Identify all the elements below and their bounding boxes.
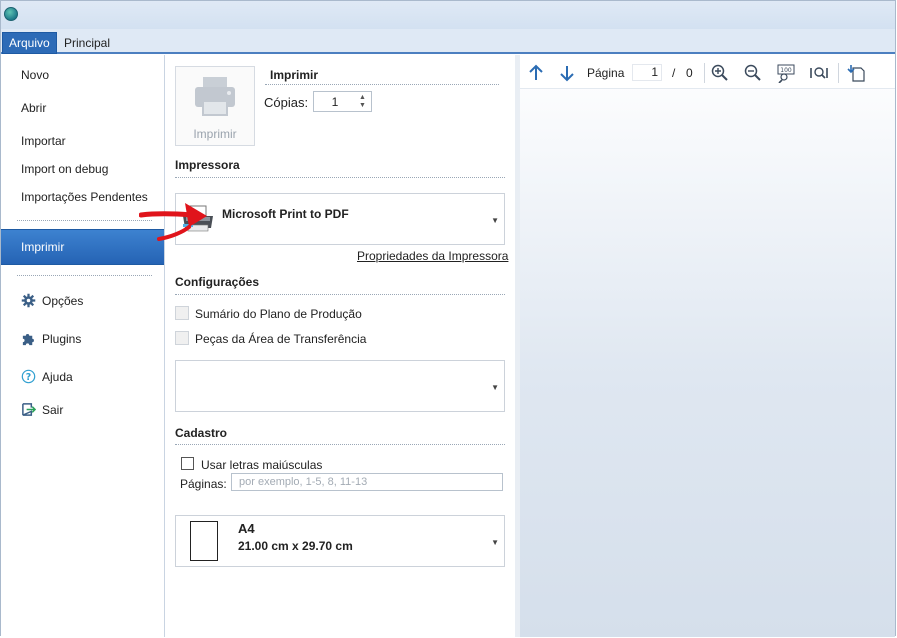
settings-section-label: Configurações — [175, 275, 260, 289]
exit-icon — [22, 403, 36, 416]
export-icon[interactable] — [846, 63, 866, 83]
sidebar-item-label: Opções — [42, 294, 84, 308]
paper-name: A4 — [238, 521, 255, 536]
sidebar-item-abrir[interactable]: Abrir — [21, 101, 46, 115]
gear-icon — [21, 293, 36, 308]
print-preview-area — [520, 55, 895, 637]
print-settings-panel: Imprimir Imprimir Cópias: 1 ▲ ▼ Impresso… — [165, 55, 515, 637]
paper-icon — [190, 521, 218, 561]
preview-toolbar: Página 1 / 0 100 — [520, 55, 895, 89]
paper-size-select[interactable]: A4 21.00 cm x 29.70 cm ▼ — [175, 515, 505, 567]
tab-arquivo[interactable]: Arquivo — [2, 32, 57, 54]
option-label: Sumário do Plano de Produção — [195, 307, 362, 321]
pages-field[interactable] — [231, 473, 503, 491]
print-title: Imprimir — [270, 68, 319, 82]
arrow-up-icon[interactable] — [526, 63, 546, 83]
checkbox[interactable] — [175, 331, 189, 345]
zoom-in-icon[interactable] — [710, 63, 730, 83]
printer-icon — [195, 77, 235, 116]
checkbox[interactable] — [175, 306, 189, 320]
page-number-input[interactable]: 1 — [632, 64, 662, 81]
dropdown-arrow-icon: ▼ — [491, 538, 499, 547]
divider — [265, 84, 499, 85]
toolbar-divider — [838, 63, 839, 83]
print-button-label: Imprimir — [193, 127, 237, 141]
arrow-down-icon[interactable] — [557, 63, 577, 83]
printer-properties-link[interactable]: Propriedades da Impressora — [357, 249, 508, 263]
copies-value: 1 — [331, 95, 339, 109]
backstage-sidebar: Novo Abrir Importar Import on debug Impo… — [1, 55, 165, 637]
sidebar-item-label: Sair — [42, 403, 64, 417]
zoom-out-icon[interactable] — [743, 63, 763, 83]
checkbox[interactable] — [181, 457, 194, 470]
sidebar-item-import-on-debug[interactable]: Import on debug — [21, 162, 108, 176]
sidebar-divider — [17, 220, 152, 221]
sidebar-item-novo[interactable]: Novo — [21, 68, 49, 82]
printer-select[interactable]: Microsoft Print to PDF ▼ — [175, 193, 505, 245]
sidebar-item-imprimir-label: Imprimir — [21, 240, 65, 254]
chevron-up-icon[interactable]: ▲ — [359, 94, 369, 102]
sidebar-item-label: Ajuda — [42, 370, 73, 384]
printer-section-label: Impressora — [175, 158, 240, 172]
toolbar-divider — [704, 63, 705, 83]
page-separator: / — [672, 66, 676, 80]
option-label: Usar letras maiúsculas — [201, 458, 323, 472]
sidebar-item-importacoes-pendentes[interactable]: Importações Pendentes — [21, 190, 148, 204]
dropdown-arrow-icon: ▼ — [491, 383, 499, 392]
divider — [175, 177, 505, 178]
app-window: Arquivo Principal Novo Abrir Importar Im… — [0, 0, 896, 637]
puzzle-icon — [22, 334, 34, 346]
dropdown-arrow-icon: ▼ — [491, 216, 499, 225]
paper-dimensions: 21.00 cm x 29.70 cm — [238, 539, 353, 553]
title-bar — [1, 1, 895, 29]
pages-input[interactable] — [232, 474, 502, 490]
divider — [175, 444, 505, 445]
sidebar-item-importar[interactable]: Importar — [21, 134, 66, 148]
sidebar-item-label: Plugins — [42, 332, 82, 346]
copies-stepper[interactable]: 1 ▲ ▼ — [313, 91, 372, 112]
total-pages: 0 — [686, 66, 693, 80]
settings-select[interactable]: ▼ — [175, 360, 505, 412]
option-label: Peças da Área de Transferência — [195, 332, 367, 346]
zoom-100-icon[interactable]: 100 — [776, 63, 796, 83]
cadastro-section-label: Cadastro — [175, 426, 228, 440]
pages-label: Páginas: — [180, 477, 227, 491]
help-icon: ? — [21, 369, 36, 384]
ribbon-tab-bar: Arquivo Principal — [1, 29, 895, 54]
svg-text:100: 100 — [780, 67, 792, 74]
sidebar-divider — [17, 275, 152, 276]
chevron-down-icon[interactable]: ▼ — [359, 102, 369, 110]
svg-text:?: ? — [26, 372, 31, 383]
tab-principal[interactable]: Principal — [58, 33, 116, 54]
printer-name: Microsoft Print to PDF — [222, 207, 349, 221]
page-label: Página — [587, 66, 625, 80]
divider — [175, 294, 505, 295]
app-icon — [4, 7, 18, 21]
zoom-fit-icon[interactable] — [809, 63, 829, 83]
red-arrow-annotation — [139, 203, 207, 241]
print-button[interactable]: Imprimir — [175, 66, 255, 146]
copies-label: Cópias: — [264, 95, 309, 110]
